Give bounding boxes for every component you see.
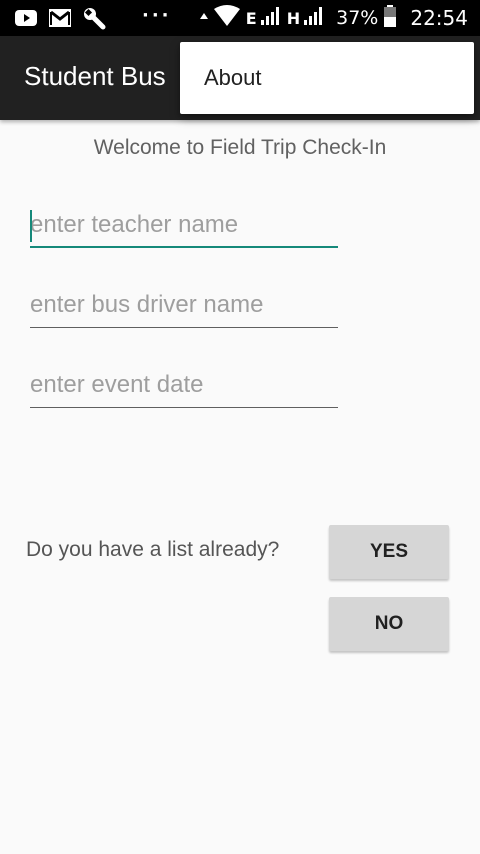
app-title: Student Bus: [24, 61, 166, 91]
bus-driver-name-input[interactable]: [30, 284, 338, 326]
network-type-e: E: [245, 8, 257, 28]
app-screen: ··· E H 37% 22:54 Student Bus About Welc…: [0, 0, 480, 854]
no-button[interactable]: NO: [329, 597, 449, 651]
notification-icons: ···: [14, 4, 172, 30]
teacher-name-input[interactable]: [30, 204, 338, 246]
signal-icon: [304, 6, 324, 30]
more-dots-icon: ···: [142, 4, 172, 26]
teacher-name-field: [30, 204, 338, 248]
overflow-menu: About: [180, 42, 474, 114]
battery-icon: [384, 4, 397, 32]
teacher-name-underline: [30, 246, 338, 248]
event-date-underline: [30, 407, 338, 408]
status-bar: ··· E H 37% 22:54: [0, 0, 480, 36]
gmail-icon: [48, 6, 72, 30]
event-date-input[interactable]: [30, 364, 338, 406]
network-type-h: H: [286, 8, 301, 28]
welcome-text: Welcome to Field Trip Check-In: [93, 136, 387, 159]
bus-driver-name-underline: [30, 327, 338, 328]
bus-driver-name-field: [30, 284, 338, 328]
wifi-icon: [213, 4, 240, 32]
event-date-field: [30, 364, 338, 408]
yes-button[interactable]: YES: [329, 525, 449, 579]
battery-percent: 37%: [336, 7, 379, 29]
youtube-icon: [14, 6, 38, 30]
menu-item-about[interactable]: About: [204, 42, 262, 114]
wrench-icon: [82, 6, 106, 30]
system-indicators: E H 37% 22:54: [199, 0, 468, 36]
signal-icon: [260, 6, 281, 30]
clock: 22:54: [410, 6, 468, 30]
text-cursor: [30, 210, 32, 242]
list-question: Do you have a list already?: [26, 538, 280, 561]
data-arrow-icon: [199, 6, 208, 30]
